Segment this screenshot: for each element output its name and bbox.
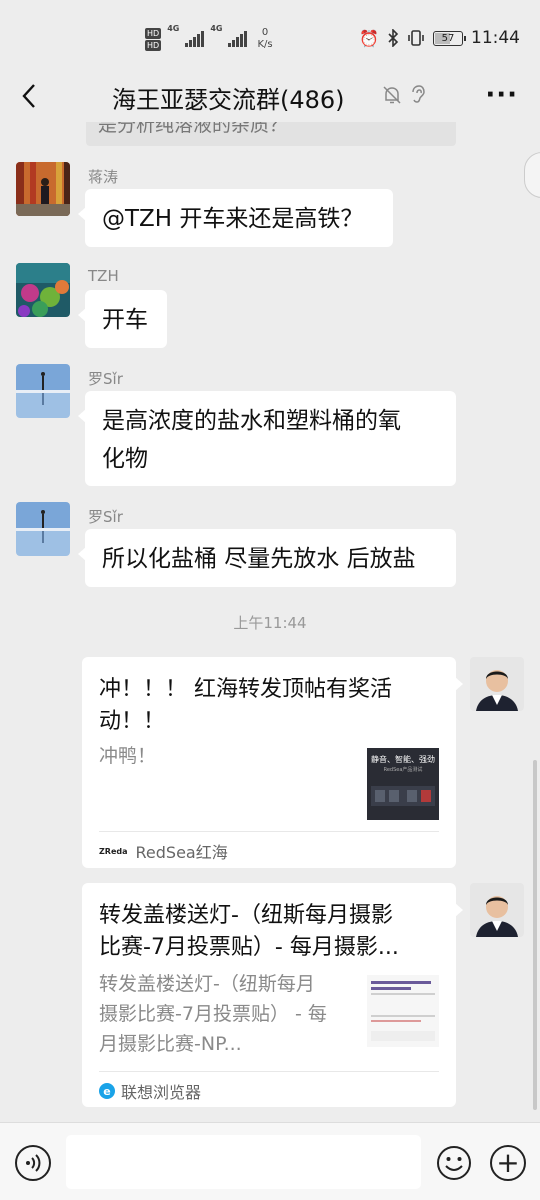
avatar-image (16, 162, 70, 216)
message-bubble[interactable]: @TZH 开车来还是高铁？ (78, 189, 393, 247)
card-title-line: 动！！ (99, 709, 166, 734)
time-divider: 上午11:44 (233, 614, 307, 632)
card-title-line: 转发盖楼送灯-（纽斯每月摄影 (99, 903, 393, 928)
network-type: 4G (210, 24, 223, 33)
network-type: 4G (167, 24, 180, 33)
card-description: 转发盖楼送灯-（纽斯每月 摄影比赛-7月投票贴） - 每 月摄影比赛-NP... (99, 969, 354, 1059)
lenovo-browser-icon: e (99, 1083, 115, 1099)
avatar[interactable] (16, 263, 70, 317)
avatar[interactable] (16, 162, 70, 216)
card-title: 冲！！！ 红海转发顶帖有奖活 动！！ (99, 674, 439, 738)
card-thumbnail (367, 975, 439, 1047)
battery-icon: 57 (433, 30, 466, 46)
avatar-image (470, 883, 524, 937)
redsea-logo-icon: ZReda (99, 846, 128, 856)
thumbnail-subcaption: RedSea产品测试 (383, 767, 423, 773)
network-speed: 0 K/s (257, 27, 272, 51)
sender-name: 蒋涛 (88, 168, 119, 186)
message-input[interactable] (66, 1135, 421, 1189)
card-source-name: 联想浏览器 (121, 1083, 202, 1102)
ear-icon (412, 85, 425, 103)
self-avatar[interactable] (470, 657, 524, 711)
partial-message-text: 是分析纯溶液的杂质？ (98, 122, 289, 136)
message-text-line: 是高浓度的盐水和塑料桶的氧 (102, 408, 401, 434)
message-text-line: 化物 (102, 446, 148, 472)
chevron-left-icon (22, 84, 35, 108)
chat-header: 海王亚瑟交流群(486) ··· (0, 70, 540, 122)
card-description-line: 摄影比赛-7月投票贴） - 每 (99, 1003, 327, 1025)
card-title: 转发盖楼送灯-（纽斯每月摄影 比赛-7月投票贴）- 每月摄影... (99, 900, 439, 964)
battery-level: 57 (441, 32, 455, 44)
input-bar: + (0, 1122, 540, 1200)
message-text: @TZH 开车来还是高铁？ (102, 206, 364, 232)
bluetooth-icon (388, 29, 399, 47)
card-title-line: 比赛-7月投票贴）- 每月摄影... (99, 935, 399, 960)
thumbnail-caption: 静音、智能、强劲 (371, 755, 435, 764)
card-thumbnail: 静音、智能、强劲 RedSea产品测试 (367, 748, 439, 820)
card-divider (99, 1071, 439, 1072)
sender-name: 罗Sǐr (88, 370, 123, 388)
more-functions-button[interactable]: + (490, 1145, 526, 1181)
status-bar: HD HD 4G 4G 0 K/s ⏰ 57 11:44 (0, 0, 540, 70)
avatar[interactable] (16, 502, 70, 556)
card-source-name: RedSea红海 (135, 843, 228, 862)
chat-title: 海王亚瑟交流群(486) (112, 86, 345, 114)
hd-badge: HD (145, 39, 162, 51)
avatar-image (470, 657, 524, 711)
signal-icon (228, 31, 248, 47)
back-button[interactable] (14, 78, 44, 114)
avatar-image (16, 263, 70, 317)
card-divider (99, 831, 439, 832)
card-description-line: 冲鸭！ (99, 745, 157, 767)
card-title-line: 冲！！！ 红海转发顶帖有奖活 (99, 677, 392, 702)
message-bubble[interactable]: 所以化盐桶 尽量先放水 后放盐 (78, 529, 456, 587)
message-bubble[interactable]: 是高浓度的盐水和塑料桶的氧 化物 (78, 391, 456, 486)
thumbnail-image (367, 975, 439, 1047)
scrollbar[interactable] (533, 760, 537, 1110)
alarm-icon: ⏰ (359, 28, 379, 48)
sender-name: TZH (88, 267, 119, 285)
speed-value: 0 (261, 27, 269, 38)
status-time: 11:44 (471, 28, 520, 48)
avatar-image (16, 502, 70, 556)
status-right: ⏰ 57 11:44 (359, 28, 520, 48)
link-card[interactable]: 转发盖楼送灯-（纽斯每月摄影 比赛-7月投票贴）- 每月摄影... 转发盖楼送灯… (82, 883, 463, 1107)
card-description: 冲鸭！ (99, 741, 354, 771)
emoji-button[interactable] (436, 1145, 472, 1181)
bell-off-icon (383, 86, 401, 104)
card-description-line: 月摄影比赛-NP... (99, 1033, 242, 1055)
card-source: e 联想浏览器 (99, 1079, 201, 1103)
hd-badges: HD HD (145, 27, 162, 51)
voice-icon (26, 1154, 41, 1172)
more-options-button[interactable]: ··· (485, 80, 518, 110)
partial-message-bubble[interactable]: 是分析纯溶液的杂质？ (86, 122, 456, 146)
message-text: 所以化盐桶 尽量先放水 后放盐 (102, 546, 416, 572)
signal-icon (185, 31, 205, 47)
network-indicators: HD HD 4G 4G 0 K/s (145, 24, 273, 54)
message-text: 开车 (102, 307, 148, 333)
side-tab[interactable] (524, 152, 540, 198)
vibrate-icon (408, 30, 424, 46)
voice-button[interactable] (15, 1145, 51, 1181)
self-avatar[interactable] (470, 883, 524, 937)
sender-name: 罗Sǐr (88, 508, 123, 526)
card-description-line: 转发盖楼送灯-（纽斯每月 (99, 973, 315, 995)
avatar-image (16, 364, 70, 418)
emoji-icon (437, 1146, 471, 1180)
card-source: ZReda RedSea红海 (99, 839, 228, 863)
message-bubble[interactable]: 开车 (78, 290, 167, 348)
hd-badge: HD (145, 27, 162, 39)
avatar[interactable] (16, 364, 70, 418)
link-card[interactable]: 冲！！！ 红海转发顶帖有奖活 动！！ 冲鸭！ 静音、智能、强劲 RedSea产品… (82, 657, 463, 868)
speed-unit: K/s (257, 39, 273, 50)
